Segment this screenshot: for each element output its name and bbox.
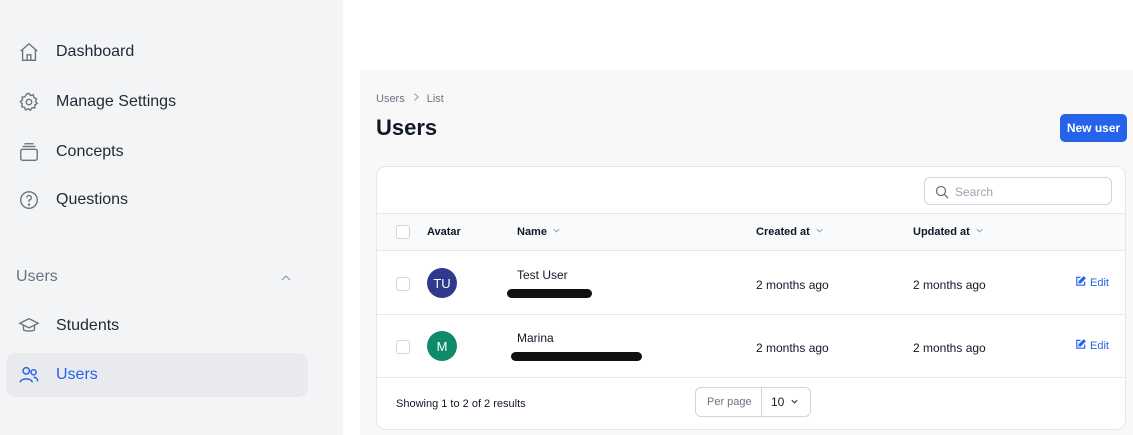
row-checkbox[interactable] [396,340,410,354]
chevron-right-icon [411,92,421,105]
table-row: M Marina 2 months ago 2 months ago Edit [377,315,1125,378]
redacted-email [511,352,642,361]
edit-button[interactable]: Edit [1075,276,1109,290]
home-icon [18,41,40,63]
column-header-avatar: Avatar [427,226,461,238]
users-icon [18,364,40,386]
sidebar-group-users[interactable]: Users [6,262,308,292]
search-input[interactable] [955,183,1105,201]
table-footer: Showing 1 to 2 of 2 results Per page 10 [377,378,1125,429]
column-header-created-at[interactable]: Created at [756,226,824,238]
created-at-cell: 2 months ago [756,278,829,292]
column-header-updated-at[interactable]: Updated at [913,226,984,238]
breadcrumb: Users List [376,92,444,105]
edit-icon [1075,339,1086,353]
sidebar: Dashboard Manage Settings Concepts Quest… [0,0,343,435]
sidebar-item-users[interactable]: Users [6,353,308,397]
chevron-down-icon [552,226,561,238]
per-page-select[interactable]: Per page 10 [695,387,811,417]
graduation-cap-icon [18,315,40,337]
redacted-email [507,289,592,298]
user-name: Marina [517,331,554,345]
chevron-up-icon [280,271,292,283]
sidebar-item-label: Manage Settings [56,93,177,110]
sidebar-item-manage-settings[interactable]: Manage Settings [6,80,308,124]
row-checkbox[interactable] [396,277,410,291]
search-icon [935,185,949,199]
sidebar-item-students[interactable]: Students [6,304,308,348]
stack-icon [18,141,40,163]
sidebar-item-concepts[interactable]: Concepts [6,130,308,174]
edit-button[interactable]: Edit [1075,339,1109,353]
avatar: TU [427,268,457,298]
divider [761,388,762,416]
breadcrumb-item[interactable]: Users [376,93,405,105]
select-all-checkbox[interactable] [396,225,410,239]
page-title: Users [376,115,438,140]
gear-icon [18,91,40,113]
question-icon [18,189,40,211]
sidebar-item-label: Concepts [56,143,124,160]
sidebar-item-label: Questions [56,191,129,208]
table-header: Avatar Name Created at Updated at [377,213,1125,251]
search-box[interactable] [924,177,1112,205]
sidebar-item-label: Dashboard [56,43,135,60]
sidebar-item-dashboard[interactable]: Dashboard [6,30,308,74]
avatar: M [427,331,457,361]
sidebar-item-label: Students [56,317,120,334]
updated-at-cell: 2 months ago [913,341,986,355]
pagination-summary: Showing 1 to 2 of 2 results [396,398,526,410]
updated-at-cell: 2 months ago [913,278,986,292]
sidebar-item-questions[interactable]: Questions [6,178,308,222]
per-page-label: Per page [707,396,752,408]
per-page-value[interactable]: 10 [771,395,799,409]
user-name: Test User [517,268,568,282]
users-table-card: Avatar Name Created at Updated at TU Tes… [376,166,1126,430]
table-row: TU Test User 2 months ago 2 months ago E… [377,252,1125,315]
new-user-button[interactable]: New user [1060,114,1127,142]
column-header-name[interactable]: Name [517,226,561,238]
created-at-cell: 2 months ago [756,341,829,355]
breadcrumb-item: List [426,92,444,105]
main-content: Users List Users New user Avatar Name Cr… [360,70,1133,435]
sidebar-item-label: Users [56,366,98,383]
chevron-down-icon [815,226,824,238]
chevron-down-icon [790,395,799,409]
sidebar-group-label: Users [16,268,58,285]
edit-icon [1075,276,1086,290]
chevron-down-icon [975,226,984,238]
